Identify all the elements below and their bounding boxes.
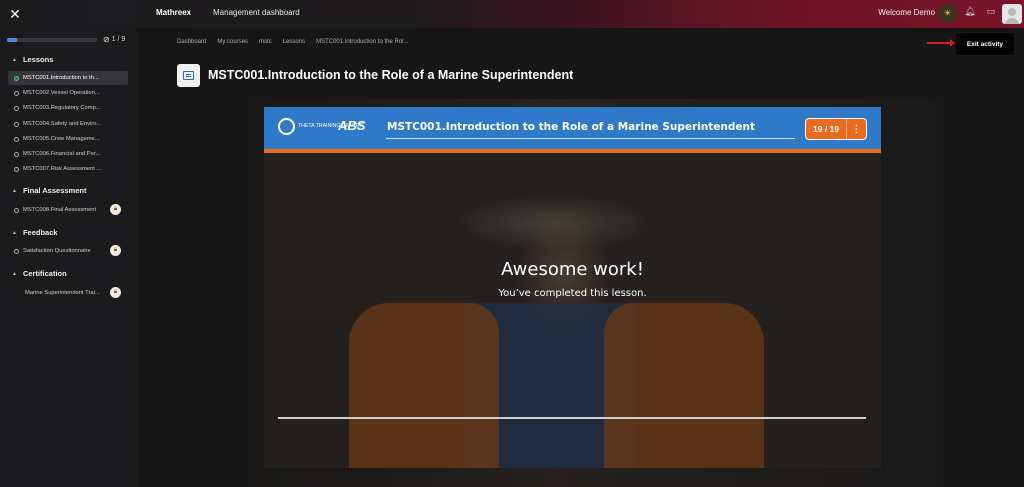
status-dot-icon [14,207,19,213]
sidebar-item-questionnaire[interactable]: Satisfaction Questionnaire 🔒︎ [8,244,128,258]
sidebar-item-final-assessment[interactable]: MSTC008.Final Assessment 🔒︎ [8,203,128,217]
slide-counter[interactable]: 19 / 19 ⋮ [805,118,867,140]
status-dot-icon [14,151,19,157]
top-bar: ✕ Mathreex Management dashboard Welcome … [0,0,1024,28]
sidebar-item-lesson[interactable]: MSTC005.Crew Manageme... [8,132,128,146]
chevron-up-icon: ▲ [12,229,17,236]
sidebar-item-certificate[interactable]: Marine Superintendent Trai... 🔒︎ [8,286,128,300]
breadcrumb-item[interactable]: Lessons [283,39,305,45]
status-dot-icon [14,121,19,127]
avatar[interactable] [1002,4,1022,24]
brand-name[interactable]: Mathreex [156,8,191,17]
section-certification[interactable]: ▲ Certification [12,269,67,278]
lesson-icon [177,64,200,87]
player-title: MSTC001.Introduction to the Role of a Ma… [387,121,756,133]
player-header: THETA TRAINING CENTER ABS MSTC001.Introd… [264,107,881,149]
completion-subtitle: You’ve completed this lesson. [498,288,647,299]
sidebar-item-lesson[interactable]: MSTC003.Regulatory Comp... [8,101,128,115]
abs-logo: ABS [338,118,366,133]
breadcrumb-item[interactable]: Dashboard [177,39,206,45]
header-stripe [264,149,881,153]
status-dot-icon [14,90,19,96]
sun-icon[interactable]: ☀ [938,4,957,23]
breadcrumb-item[interactable]: mstc [259,39,272,45]
progress-scrubber[interactable] [278,417,866,419]
title-underline [386,138,795,139]
close-icon[interactable]: ✕ [4,4,26,24]
chevron-up-icon: ▲ [12,187,17,194]
status-dot-icon [14,136,19,142]
status-dot-icon [14,248,19,254]
status-dot-icon [14,105,19,111]
breadcrumb: Dashboard My courses mstc Lessons MSTC00… [177,39,408,45]
page-title: MSTC001.Introduction to the Role of a Ma… [208,68,574,82]
lesson-player: THETA TRAINING CENTER ABS MSTC001.Introd… [264,107,881,468]
lock-icon: 🔒︎ [110,287,121,298]
chat-icon[interactable]: ▭ [984,6,998,20]
breadcrumb-item[interactable]: My courses [217,39,248,45]
completion-title: Awesome work! [501,259,644,280]
welcome-text: Welcome Demo [878,8,935,17]
management-dashboard-link[interactable]: Management dashboard [213,8,300,17]
sidebar-item-lesson[interactable]: MSTC006.Financial and Per... [8,147,128,161]
slide-count: 19 / 19 [813,124,839,134]
chevron-up-icon: ▲ [12,56,17,63]
photo-overlay [264,153,881,468]
lock-icon: 🔒︎ [110,245,121,256]
sidebar-item-lesson[interactable]: MSTC002.Vessel Operation... [8,86,128,100]
red-arrow [927,39,955,47]
sidebar-item-lesson[interactable]: MSTC004.Safety and Enviro... [8,117,128,131]
kebab-menu-icon[interactable]: ⋮ [846,119,866,139]
lock-icon: 🔒︎ [110,204,121,215]
section-final-assessment[interactable]: ▲ Final Assessment [12,186,86,195]
course-sidebar: ⊘ 1 / 9 ▲ Lessons MSTC001.Introduction to… [0,28,137,487]
breadcrumb-item[interactable]: MSTC001.Introduction to the Rol... [316,39,408,45]
sidebar-item-lesson[interactable]: MSTC007.Risk Assessment ... [8,162,128,176]
sidebar-item-lesson[interactable]: MSTC001.Introduction to th... [8,71,128,85]
course-progress-bar [7,38,97,42]
bell-icon[interactable]: 🔔︎ [963,6,977,20]
chevron-up-icon: ▲ [12,270,17,277]
status-dot-icon [14,75,19,81]
exit-activity-button[interactable]: Exit activity [956,33,1014,55]
status-dot-icon [14,166,19,172]
progress-count: ⊘ 1 / 9 [103,35,126,44]
progress-check-icon: ⊘ [103,35,110,44]
section-feedback[interactable]: ▲ Feedback [12,228,58,237]
section-lessons[interactable]: ▲ Lessons [12,55,53,64]
